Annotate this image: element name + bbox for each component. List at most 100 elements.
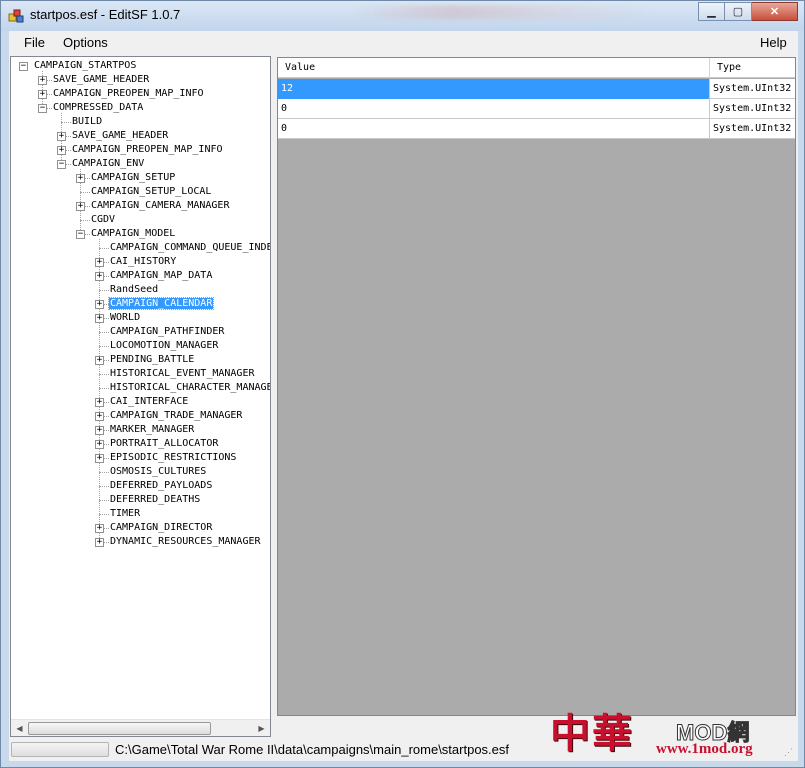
- plus-box-icon[interactable]: +: [38, 76, 47, 85]
- tree-node-label: CAMPAIGN_COMMAND_QUEUE_INDE: [110, 242, 270, 253]
- tree-node-label: PENDING_BATTLE: [110, 354, 195, 365]
- plus-box-icon[interactable]: +: [57, 146, 66, 155]
- tree-node-label: HISTORICAL_EVENT_MANAGER: [110, 368, 255, 379]
- tree-node-label: CAMPAIGN_ENV: [72, 158, 145, 169]
- plus-box-icon[interactable]: +: [95, 524, 104, 533]
- tree-node[interactable]: CAMPAIGN_MAP_DATA: [109, 269, 213, 283]
- tree-node-label: OSMOSIS_CULTURES: [110, 466, 207, 477]
- value-cell[interactable]: 0: [278, 119, 710, 139]
- tree-node[interactable]: OSMOSIS_CULTURES: [109, 465, 207, 479]
- plus-box-icon[interactable]: +: [38, 90, 47, 99]
- tree-node[interactable]: HISTORICAL_CHARACTER_MANAGE: [109, 381, 270, 395]
- grid-row[interactable]: 0 System.UInt32: [278, 119, 795, 139]
- tree-node[interactable]: SAVE_GAME_HEADER: [71, 129, 169, 143]
- maximize-button[interactable]: ▢: [725, 2, 752, 21]
- tree-node[interactable]: CAI_HISTORY: [109, 255, 177, 269]
- scroll-right-arrow-icon[interactable]: ▶: [253, 720, 270, 736]
- tree-node[interactable]: CAMPAIGN_DIRECTOR: [109, 521, 213, 535]
- menu-file[interactable]: File: [24, 35, 45, 50]
- tree-node-label: CAI_HISTORY: [110, 256, 177, 267]
- tree-branch-line: [99, 388, 109, 389]
- plus-box-icon[interactable]: +: [95, 398, 104, 407]
- close-button[interactable]: ✕: [752, 2, 798, 21]
- plus-box-icon[interactable]: +: [95, 412, 104, 421]
- plus-box-icon[interactable]: +: [76, 202, 85, 211]
- menu-options[interactable]: Options: [63, 35, 108, 50]
- title-bar-blur: [351, 5, 651, 19]
- grid-row[interactable]: 0 System.UInt32: [278, 99, 795, 119]
- plus-box-icon[interactable]: +: [95, 258, 104, 267]
- tree-node[interactable]: CAMPAIGN_PREOPEN_MAP_INFO: [71, 143, 224, 157]
- tree-node-label: DEFERRED_PAYLOADS: [110, 480, 213, 491]
- grid-row[interactable]: 12 System.UInt32: [278, 79, 795, 99]
- plus-box-icon[interactable]: +: [95, 454, 104, 463]
- tree-node[interactable]: MARKER_MANAGER: [109, 423, 195, 437]
- tree-node-label: CAMPAIGN_CAMERA_MANAGER: [91, 200, 230, 211]
- menu-help[interactable]: Help: [760, 35, 787, 50]
- tree-node[interactable]: PORTRAIT_ALLOCATOR: [109, 437, 219, 451]
- plus-box-icon[interactable]: +: [95, 300, 104, 309]
- tree-branch-line: [99, 500, 109, 501]
- tree-node[interactable]: CAMPAIGN_SETUP_LOCAL: [90, 185, 212, 199]
- tree-node[interactable]: DYNAMIC_RESOURCES_MANAGER: [109, 535, 262, 549]
- plus-box-icon[interactable]: +: [57, 132, 66, 141]
- scrollbar-thumb[interactable]: [28, 722, 211, 735]
- tree-horizontal-scrollbar[interactable]: ◀ ▶: [11, 719, 270, 736]
- tree-node[interactable]: HISTORICAL_EVENT_MANAGER: [109, 367, 256, 381]
- tree-node-label: TIMER: [110, 508, 141, 519]
- window-title: startpos.esf - EditSF 1.0.7: [30, 7, 181, 22]
- tree-node[interactable]: WORLD: [109, 311, 141, 325]
- tree-node[interactable]: CAMPAIGN_ENV: [71, 157, 145, 171]
- tree-node-label: DYNAMIC_RESOURCES_MANAGER: [110, 536, 261, 547]
- tree-node[interactable]: CAMPAIGN_COMMAND_QUEUE_INDE: [109, 241, 270, 255]
- minimize-icon: ▁: [707, 6, 716, 18]
- plus-box-icon[interactable]: +: [95, 272, 104, 281]
- minus-box-icon[interactable]: −: [57, 160, 66, 169]
- plus-box-icon[interactable]: +: [95, 356, 104, 365]
- tree-node[interactable]: CAMPAIGN_CAMERA_MANAGER: [90, 199, 230, 213]
- tree-node[interactable]: TIMER: [109, 507, 141, 521]
- scroll-left-arrow-icon[interactable]: ◀: [11, 720, 28, 736]
- title-bar[interactable]: startpos.esf - EditSF 1.0.7 ▁ ▢ ✕: [1, 1, 804, 31]
- minus-box-icon[interactable]: −: [38, 104, 47, 113]
- tree-node[interactable]: CAMPAIGN_MODEL: [90, 227, 176, 241]
- value-cell[interactable]: 0: [278, 99, 710, 119]
- tree-node[interactable]: SAVE_GAME_HEADER: [52, 73, 150, 87]
- tree-branch-line: [99, 248, 109, 249]
- tree-node[interactable]: CAMPAIGN_TRADE_MANAGER: [109, 409, 243, 423]
- tree-node-label: CAMPAIGN_SETUP_LOCAL: [91, 186, 212, 197]
- minimize-button[interactable]: ▁: [698, 2, 725, 21]
- tree-node[interactable]: DEFERRED_DEATHS: [109, 493, 201, 507]
- value-cell[interactable]: 12: [278, 79, 710, 99]
- column-header-type[interactable]: Type: [710, 58, 795, 78]
- tree-node[interactable]: CAMPAIGN_PREOPEN_MAP_INFO: [52, 87, 205, 101]
- tree-node[interactable]: LOCOMOTION_MANAGER: [109, 339, 219, 353]
- tree-node[interactable]: COMPRESSED_DATA: [52, 101, 144, 115]
- column-header-value[interactable]: Value: [278, 58, 710, 78]
- minus-box-icon[interactable]: −: [19, 62, 28, 71]
- esf-tree-view[interactable]: − CAMPAIGN_STARTPOS + SAVE_GAME_HEADER + CAMP…: [11, 57, 270, 717]
- plus-box-icon[interactable]: +: [76, 174, 85, 183]
- tree-node[interactable]: BUILD: [71, 115, 103, 129]
- size-grip-icon[interactable]: ⋰: [784, 747, 796, 759]
- tree-node[interactable]: CAMPAIGN_STARTPOS: [33, 59, 137, 73]
- tree-node[interactable]: CAMPAIGN_PATHFINDER: [109, 325, 225, 339]
- plus-box-icon[interactable]: +: [95, 440, 104, 449]
- status-bar: C:\Game\Total War Rome II\data\campaigns…: [9, 739, 798, 761]
- tree-node[interactable]: EPISODIC_RESTRICTIONS: [109, 451, 237, 465]
- plus-box-icon[interactable]: +: [95, 426, 104, 435]
- client-area: File Options Help − CAMPAIGN_STARTPOS + SAV…: [9, 31, 798, 761]
- minus-box-icon[interactable]: −: [76, 230, 85, 239]
- tree-node[interactable]: CAI_INTERFACE: [109, 395, 189, 409]
- plus-box-icon[interactable]: +: [95, 538, 104, 547]
- plus-box-icon[interactable]: +: [95, 314, 104, 323]
- tree-node[interactable]: RandSeed: [109, 283, 159, 297]
- tree-node-label: CAMPAIGN_SETUP: [91, 172, 176, 183]
- tree-node-label: EPISODIC_RESTRICTIONS: [110, 452, 237, 463]
- tree-node[interactable]: DEFERRED_PAYLOADS: [109, 479, 213, 493]
- tree-node[interactable]: PENDING_BATTLE: [109, 353, 195, 367]
- tree-node[interactable]: CAMPAIGN_SETUP: [90, 171, 176, 185]
- value-grid: Value Type 12 System.UInt32 0 System.UInt32…: [277, 57, 796, 716]
- tree-node[interactable]: CGDV: [90, 213, 116, 227]
- tree-node[interactable]: CAMPAIGN_CALENDAR: [107, 297, 215, 311]
